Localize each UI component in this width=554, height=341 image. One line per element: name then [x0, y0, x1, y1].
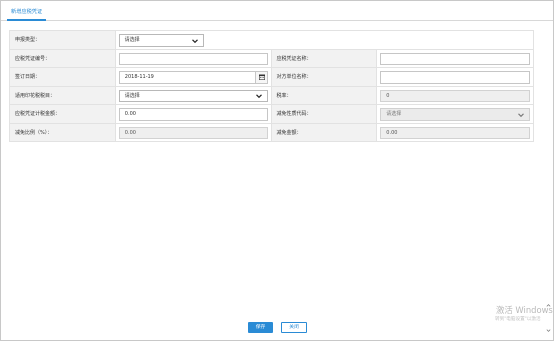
- tax-rate-input: 0: [380, 89, 530, 102]
- chevron-down-icon: [518, 112, 524, 117]
- relief-amount-cell: 0.00: [377, 123, 533, 142]
- amount-label: 应税凭证计税金额：: [10, 105, 116, 124]
- relief-code-value: 请选择: [386, 111, 402, 117]
- amount-input[interactable]: 0.00: [118, 108, 268, 121]
- sign-date-cell: 2018-11-19: [115, 68, 272, 87]
- relief-ratio-label: 减免比例（%）：: [10, 123, 116, 142]
- voucher-no-cell: [115, 49, 272, 68]
- voucher-no-label: 应税凭证编号：: [10, 49, 116, 68]
- form-row: 应税凭证计税金额： 0.00 减免性质代码： 请选择: [10, 105, 533, 124]
- voucher-name-cell: [377, 49, 533, 68]
- sign-date-input[interactable]: 2018-11-19: [118, 71, 268, 84]
- relief-ratio-input: 0.00: [118, 126, 268, 139]
- dialog-window: 新增应税凭证 申报类型： 请选择 应税凭证编号： 应税凭证名称： 签订日期： 2…: [0, 0, 554, 341]
- form-row: 适用印花税税目： 请选择 税率： 0: [10, 86, 533, 105]
- voucher-name-input[interactable]: [380, 52, 530, 65]
- counterparty-input[interactable]: [380, 71, 530, 84]
- stamp-item-value: 请选择: [124, 92, 140, 99]
- counterparty-cell: [377, 68, 533, 87]
- chevron-down-icon: [255, 94, 262, 99]
- relief-code-select[interactable]: 请选择: [380, 108, 530, 121]
- relief-code-label: 减免性质代码：: [271, 105, 378, 124]
- relief-code-cell: 请选择: [377, 105, 533, 124]
- form-row: 申报类型： 请选择: [10, 31, 533, 50]
- calendar-icon: [258, 74, 265, 80]
- tax-rate-cell: 0: [377, 86, 533, 105]
- stamp-item-label: 适用印花税税目：: [10, 86, 116, 105]
- relief-amount-input: 0.00: [380, 126, 530, 139]
- amount-cell: 0.00: [115, 105, 272, 124]
- tab-new-voucher[interactable]: 新增应税凭证: [7, 5, 47, 21]
- close-button[interactable]: 关闭: [281, 322, 307, 333]
- tax-rate-label: 税率：: [271, 86, 378, 105]
- relief-amount-label: 减免金额：: [271, 123, 378, 142]
- declare-type-select[interactable]: 请选择: [118, 34, 204, 47]
- voucher-name-label: 应税凭证名称：: [271, 49, 378, 68]
- stamp-item-cell: 请选择: [115, 86, 272, 105]
- relief-ratio-cell: 0.00: [115, 123, 272, 142]
- form-row: 减免比例（%）： 0.00 减免金额： 0.00: [10, 123, 533, 142]
- declare-type-value: 请选择: [124, 37, 140, 43]
- declare-type-label: 申报类型：: [10, 31, 116, 50]
- declare-type-cell: 请选择: [115, 31, 533, 50]
- activation-watermark-title: 激活 Windows: [496, 305, 553, 315]
- calendar-button[interactable]: [254, 72, 267, 83]
- voucher-form: 申报类型： 请选择 应税凭证编号： 应税凭证名称： 签订日期： 2018-11-…: [9, 30, 534, 142]
- form-row: 应税凭证编号： 应税凭证名称：: [10, 49, 533, 68]
- chevron-down-icon: [191, 38, 198, 43]
- sign-date-value: 2018-11-19: [124, 74, 154, 80]
- dialog-footer: 保存 关闭: [1, 322, 553, 336]
- sign-date-label: 签订日期：: [10, 68, 116, 87]
- form-row: 签订日期： 2018-11-19 对方单位名称：: [10, 68, 533, 87]
- tab-bar: 新增应税凭证: [1, 1, 553, 21]
- voucher-no-input[interactable]: [118, 52, 268, 65]
- counterparty-label: 对方单位名称：: [271, 68, 378, 87]
- scroll-up-icon[interactable]: [546, 303, 551, 308]
- stamp-item-select[interactable]: 请选择: [118, 89, 268, 102]
- save-button[interactable]: 保存: [248, 322, 273, 333]
